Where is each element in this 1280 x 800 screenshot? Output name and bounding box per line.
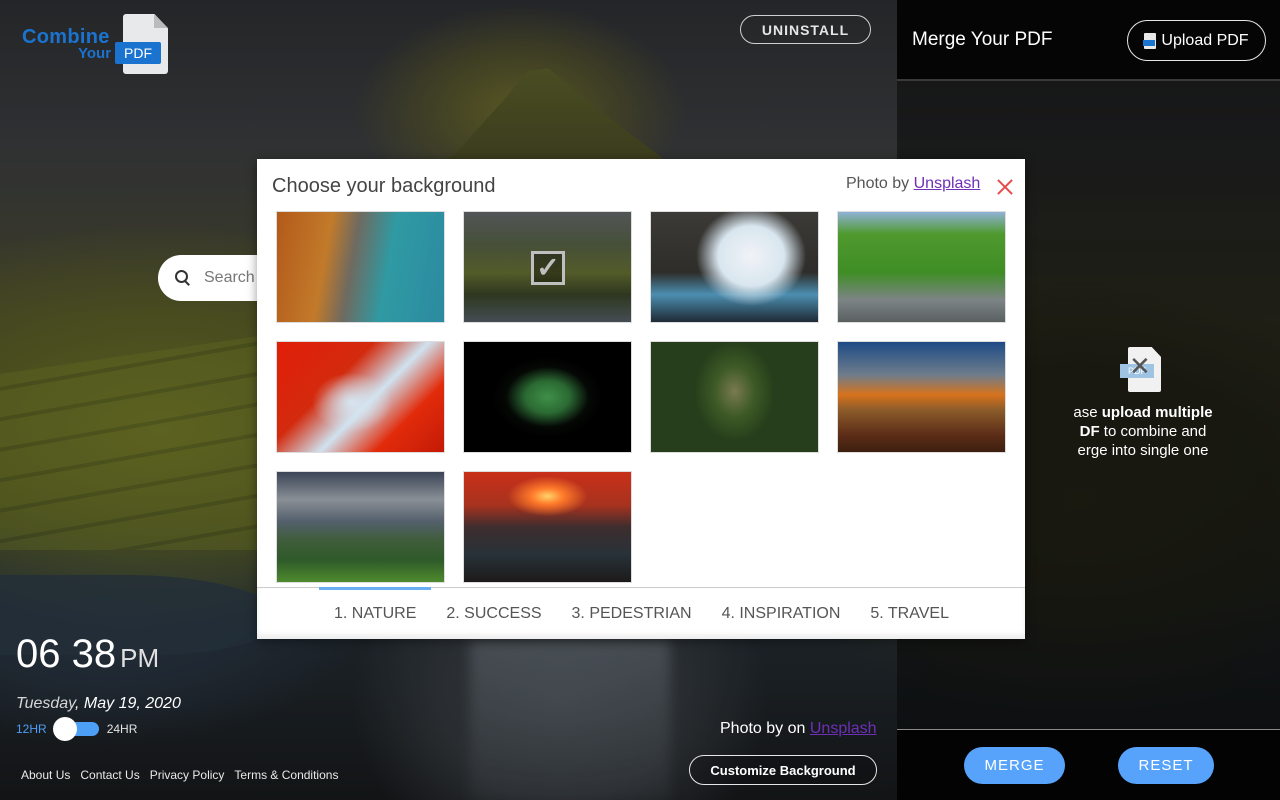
merge-button[interactable]: MERGE bbox=[964, 747, 1065, 784]
format-24hr-label[interactable]: 24HR bbox=[107, 722, 138, 736]
empty-state-text: ase upload multiple DF to combine and er… bbox=[1023, 403, 1263, 460]
footer-links: About Us Contact Us Privacy Policy Terms… bbox=[21, 768, 338, 782]
upload-pdf-button[interactable]: Upload PDF bbox=[1127, 20, 1266, 61]
category-tabs-bar: 1. NATURE 2. SUCCESS 3. PEDESTRIAN 4. IN… bbox=[257, 587, 1025, 639]
background-thumbnail[interactable] bbox=[650, 341, 819, 453]
logo-pdf-tag: PDF bbox=[115, 42, 161, 64]
tab-pedestrian[interactable]: 3. PEDESTRIAN bbox=[572, 605, 692, 623]
customize-background-button[interactable]: Customize Background bbox=[689, 755, 877, 785]
empty-text-bold2: DF bbox=[1079, 423, 1100, 440]
pdf-file-icon bbox=[1143, 32, 1157, 49]
photo-credit-text: Photo by on bbox=[720, 720, 806, 737]
search-icon bbox=[174, 269, 192, 287]
tab-inspiration[interactable]: 4. INSPIRATION bbox=[722, 605, 841, 623]
merge-panel-footer: MERGE RESET bbox=[897, 729, 1280, 800]
background-thumbnail[interactable] bbox=[276, 471, 445, 583]
date-weekday: Tuesday bbox=[16, 695, 75, 712]
empty-text-pre: ase bbox=[1073, 404, 1102, 421]
time-format-toggle[interactable] bbox=[52, 717, 101, 741]
background-thumbnail-grid: ✓ bbox=[276, 211, 1008, 583]
background-thumbnail-selected[interactable]: ✓ bbox=[463, 211, 632, 323]
reset-button[interactable]: RESET bbox=[1118, 747, 1214, 784]
pdf-placeholder-icon: PDF ✕ bbox=[1120, 347, 1163, 393]
background-thumbnail[interactable] bbox=[837, 211, 1006, 323]
modal-title: Choose your background bbox=[272, 175, 496, 197]
checkmark-icon: ✓ bbox=[531, 251, 565, 285]
date-comma: , bbox=[75, 695, 84, 712]
about-us-link[interactable]: About Us bbox=[21, 768, 70, 782]
photo-credit: Photo by on Unsplash bbox=[720, 720, 877, 738]
upload-pdf-label: Upload PDF bbox=[1161, 31, 1249, 49]
merge-panel-header: Merge Your PDF Upload PDF bbox=[897, 0, 1280, 81]
format-12hr-label[interactable]: 12HR bbox=[16, 722, 47, 736]
empty-text-end: erge into single one bbox=[1077, 442, 1209, 459]
empty-state: PDF ✕ ase upload multiple DF to combine … bbox=[1023, 347, 1263, 460]
background-thumbnail[interactable] bbox=[650, 211, 819, 323]
background-thumbnail[interactable] bbox=[276, 211, 445, 323]
empty-text-mid: to combine and bbox=[1099, 423, 1207, 440]
modal-photo-credit: Photo by Unsplash bbox=[846, 175, 980, 193]
date-value: May 19, 2020 bbox=[83, 695, 181, 712]
category-tabs: 1. NATURE 2. SUCCESS 3. PEDESTRIAN 4. IN… bbox=[334, 605, 949, 623]
background-thumbnail[interactable] bbox=[463, 471, 632, 583]
privacy-policy-link[interactable]: Privacy Policy bbox=[150, 768, 225, 782]
tab-nature[interactable]: 1. NATURE bbox=[334, 605, 416, 623]
modal-unsplash-link[interactable]: Unsplash bbox=[914, 175, 981, 192]
background-thumbnail[interactable] bbox=[837, 341, 1006, 453]
tab-success[interactable]: 2. SUCCESS bbox=[446, 605, 541, 623]
clock-time: 06 38 bbox=[16, 632, 117, 676]
logo-word-your: Your bbox=[78, 45, 112, 62]
background-chooser-modal: Choose your background Photo by Unsplash… bbox=[257, 159, 1025, 639]
terms-conditions-link[interactable]: Terms & Conditions bbox=[234, 768, 338, 782]
toggle-knob[interactable] bbox=[52, 717, 77, 741]
active-tab-indicator bbox=[319, 587, 431, 590]
empty-text-bold1: upload multiple bbox=[1101, 404, 1213, 421]
background-thumbnail[interactable] bbox=[276, 341, 445, 453]
close-icon[interactable] bbox=[995, 177, 1015, 197]
combine-your-pdf-logo[interactable]: Combine Your PDF bbox=[20, 14, 170, 76]
unsplash-link[interactable]: Unsplash bbox=[810, 720, 877, 737]
cross-icon: ✕ bbox=[1129, 351, 1151, 381]
merge-panel-title: Merge Your PDF bbox=[912, 29, 1053, 50]
clock: 06 38 PM bbox=[16, 632, 159, 677]
modal-credit-text: Photo by bbox=[846, 175, 910, 192]
tab-travel[interactable]: 5. TRAVEL bbox=[870, 605, 949, 623]
time-format-switch: 12HR 24HR bbox=[16, 717, 138, 741]
uninstall-button[interactable]: UNINSTALL bbox=[740, 15, 871, 44]
date-display: Tuesday, May 19, 2020 bbox=[16, 695, 181, 713]
background-thumbnail[interactable] bbox=[463, 341, 632, 453]
contact-us-link[interactable]: Contact Us bbox=[80, 768, 139, 782]
clock-ampm: PM bbox=[120, 643, 160, 673]
